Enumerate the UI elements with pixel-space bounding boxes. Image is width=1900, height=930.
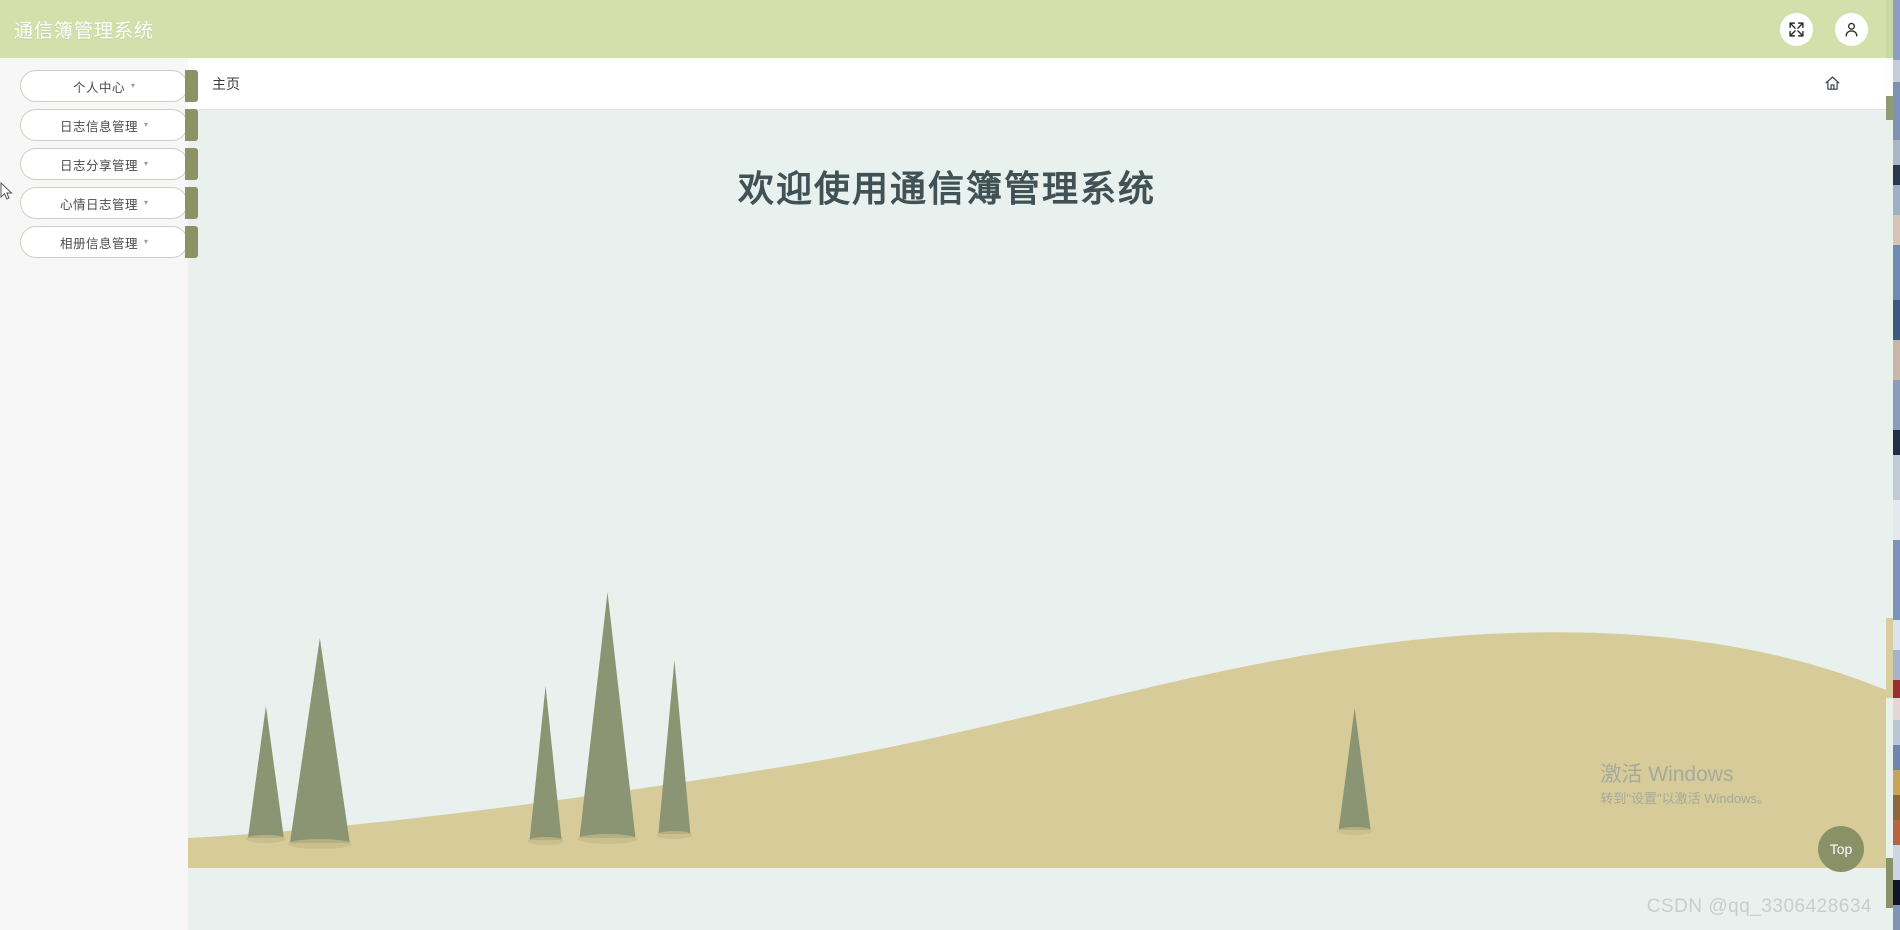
landscape-illustration — [188, 538, 1886, 868]
user-avatar-icon[interactable] — [1835, 12, 1868, 46]
chevron-down-icon: ▾ — [144, 120, 149, 129]
home-icon[interactable] — [1820, 72, 1844, 96]
background-window-sliver — [1886, 0, 1900, 930]
back-to-top-button[interactable]: Top — [1818, 826, 1864, 872]
app-title: 通信簿管理系统 — [14, 20, 155, 42]
sidebar-item-log-info[interactable]: 日志信息管理 ▾ — [20, 109, 198, 141]
sidebar-item-label: 日志分享管理 — [59, 158, 138, 173]
sidebar-item-label: 个人中心 — [72, 80, 125, 95]
chevron-down-icon: ▾ — [144, 237, 149, 246]
sidebar-item-accent-tab — [185, 109, 198, 141]
sidebar-item-log-share[interactable]: 日志分享管理 ▾ — [20, 148, 198, 180]
breadcrumb: 主页 — [212, 75, 240, 92]
sidebar-item-accent-tab — [185, 187, 198, 219]
content-area: 欢迎使用通信簿管理系统 激活 Windows 转到"设置"以激活 Windows… — [188, 110, 1886, 930]
sidebar-item-label: 相册信息管理 — [59, 236, 138, 251]
page-title: 欢迎使用通信簿管理系统 — [737, 168, 1156, 209]
sidebar-item-accent-tab — [185, 148, 198, 180]
sidebar-item-mood-log[interactable]: 心情日志管理 ▾ — [20, 187, 198, 219]
sidebar-item-accent-tab — [185, 70, 198, 102]
chevron-down-icon: ▾ — [144, 198, 149, 207]
sidebar-nav: 个人中心 ▾ 日志信息管理 ▾ 日志分享管理 ▾ 心情日志管理 ▾ 相册信息管理… — [0, 58, 198, 930]
chevron-down-icon: ▾ — [131, 81, 136, 90]
sidebar-item-album-info[interactable]: 相册信息管理 ▾ — [20, 226, 198, 258]
application-window: 通信簿管理系统 个人中心 ▾ 日志信息管理 ▾ 日志分享管理 ▾ 心情日志管理 … — [0, 0, 1900, 930]
desktop-background-strip — [1893, 0, 1900, 930]
content-footer-strip — [188, 868, 1886, 930]
sidebar-item-personal-center[interactable]: 个人中心 ▾ — [20, 70, 198, 102]
fullscreen-expand-icon[interactable] — [1780, 12, 1813, 46]
breadcrumb-bar: 主页 — [188, 58, 1886, 110]
app-header: 通信簿管理系统 — [0, 0, 1886, 58]
main-pane: 主页 欢迎使用通信簿管理系统 激活 Windows 转到"设置"以激活 Wind… — [188, 58, 1886, 930]
sidebar-item-label: 心情日志管理 — [59, 197, 138, 212]
sidebar-item-label: 日志信息管理 — [59, 119, 138, 134]
header-actions — [1780, 12, 1868, 46]
sidebar-item-accent-tab — [185, 226, 198, 258]
chevron-down-icon: ▾ — [144, 159, 149, 168]
